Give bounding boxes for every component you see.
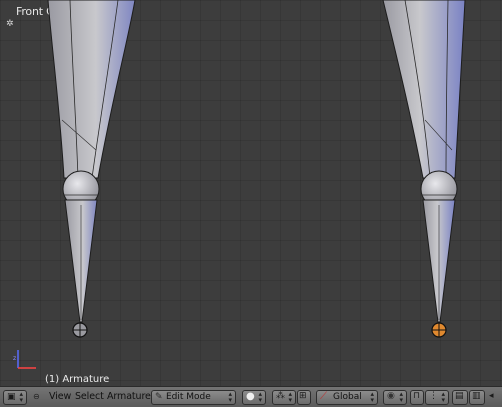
- svg-text:z: z: [13, 355, 16, 362]
- mode-dropdown[interactable]: ✎ Edit Mode ▴ ▾: [151, 390, 236, 405]
- pivot-icon: ⁂: [276, 391, 285, 401]
- collapse-menu-icon[interactable]: ⊖: [33, 392, 40, 401]
- mode-dropdown-value: Edit Mode: [166, 392, 211, 402]
- snap-increment-icon: ⋮: [429, 391, 438, 401]
- render-animation-button[interactable]: ▥: [469, 390, 485, 405]
- cube-icon: ▣: [7, 392, 16, 402]
- left-lower-bone[interactable]: [64, 199, 98, 323]
- edit-mode-icon: ✎: [155, 392, 163, 402]
- proportional-edit-dropdown[interactable]: ◉ ▴ ▾: [383, 390, 407, 405]
- manipulator-axes-icon: ⟋: [320, 391, 327, 402]
- select-menu[interactable]: Select: [75, 391, 104, 402]
- 3d-view-header: ▣ ▴ ▾ ⊖ View Select Armature ✎ Edit Mode …: [0, 386, 502, 407]
- armature-bones[interactable]: [0, 0, 502, 386]
- pivot-point-dropdown[interactable]: ⁂ ▴ ▾: [272, 390, 296, 405]
- 3d-viewport[interactable]: Front Ortho ✲ z (1) Armature: [0, 0, 502, 386]
- left-tail-joint[interactable]: [72, 322, 88, 338]
- header-scroll-arrow-icon[interactable]: ◂: [489, 391, 494, 401]
- magnet-icon: ⊓: [413, 391, 421, 401]
- solid-sphere-icon: ●: [246, 391, 255, 402]
- axis-gizmo-icon: z: [13, 350, 36, 369]
- camera-icon: ▤: [455, 391, 464, 401]
- chevron-updown-icon: ▴ ▾: [228, 390, 232, 404]
- snap-toggle-button[interactable]: ⊓: [410, 390, 424, 405]
- manipulator-toggle-button[interactable]: ⊞: [297, 390, 311, 405]
- film-icon: ▥: [472, 391, 481, 401]
- transform-orientation-dropdown[interactable]: ⟋ Global ▴ ▾: [316, 390, 378, 405]
- circle-dot-icon: ◉: [387, 391, 395, 401]
- left-upper-bone[interactable]: [47, 0, 136, 179]
- view-menu[interactable]: View: [49, 391, 71, 402]
- active-object-label: (1) Armature: [45, 374, 110, 385]
- chevron-updown-icon: ▴ ▾: [399, 390, 403, 404]
- grid-dots-icon: ⊞: [299, 391, 307, 401]
- right-upper-bone[interactable]: [382, 0, 466, 179]
- chevron-updown-icon: ▴ ▾: [288, 390, 292, 404]
- armature-menu[interactable]: Armature: [107, 391, 151, 402]
- render-preview-button[interactable]: ▤: [452, 390, 468, 405]
- right-tail-joint-selected[interactable]: [431, 322, 447, 338]
- orientation-value: Global: [333, 392, 362, 402]
- snap-element-dropdown[interactable]: ⋮ ▴ ▾: [425, 390, 449, 405]
- chevron-updown-icon: ▴ ▾: [441, 390, 445, 404]
- chevron-updown-icon: ▴ ▾: [19, 390, 23, 404]
- viewport-shading-dropdown[interactable]: ● ▴ ▾: [242, 390, 266, 405]
- chevron-updown-icon: ▴ ▾: [370, 390, 374, 404]
- chevron-updown-icon: ▴ ▾: [258, 390, 262, 404]
- editor-type-button[interactable]: ▣ ▴ ▾: [3, 390, 27, 405]
- right-lower-bone[interactable]: [422, 199, 456, 323]
